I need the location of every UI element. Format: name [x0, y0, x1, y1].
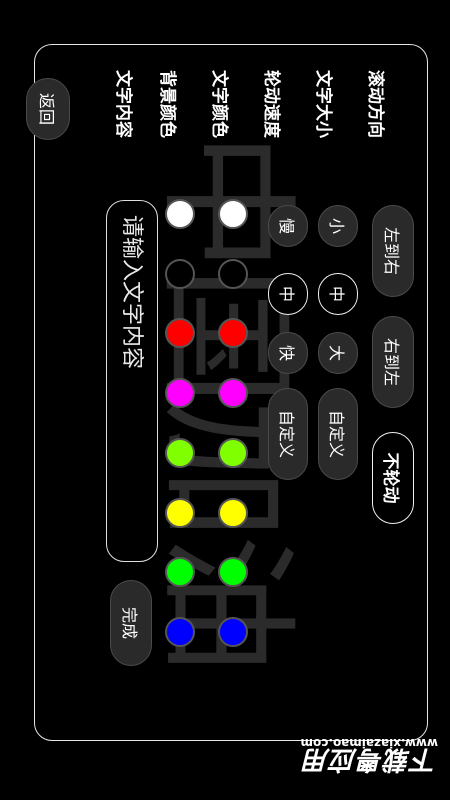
speed-custom-label: 自定义: [277, 409, 296, 458]
font-size-small-button[interactable]: 小: [318, 205, 358, 247]
background-color-swatch-red[interactable]: [165, 318, 195, 348]
speed-medium-label: 中: [277, 285, 296, 302]
background-color-label: 背景颜色: [157, 70, 177, 138]
back-button[interactable]: 返回: [26, 78, 70, 140]
speed-fast-button[interactable]: 快: [268, 332, 308, 374]
text-color-swatch-red[interactable]: [218, 318, 248, 348]
scroll-speed-label: 轮动速度: [261, 70, 281, 138]
settings-scene: 中国加油 返回 滚动方向 文字大小 轮动速度 文字颜色 背景颜色 文字内容 左到…: [0, 0, 450, 800]
speed-custom-button[interactable]: 自定义: [268, 388, 308, 480]
direction-left-to-right-label: 左到右: [382, 226, 401, 275]
site-watermark-title: 下载粤应用: [302, 744, 438, 774]
font-size-medium-label: 中: [327, 285, 346, 302]
text-color-swatch-blue[interactable]: [218, 617, 248, 647]
speed-slow-button[interactable]: 慢: [268, 205, 308, 247]
font-size-small-label: 小: [327, 217, 346, 234]
font-size-custom-label: 自定义: [327, 409, 346, 458]
direction-no-scroll-label: 不轮动: [380, 452, 401, 504]
site-watermark: 下载粤应用 www.xiazaimao.com: [264, 736, 444, 798]
text-color-label: 文字颜色: [209, 70, 229, 138]
speed-slow-label: 慢: [277, 217, 296, 234]
background-color-swatch-black[interactable]: [165, 259, 195, 289]
done-button[interactable]: 完成: [110, 580, 152, 666]
text-color-swatch-black[interactable]: [218, 259, 248, 289]
text-content-input[interactable]: [106, 200, 158, 562]
font-size-custom-button[interactable]: 自定义: [318, 388, 358, 480]
background-color-swatch-magenta[interactable]: [165, 378, 195, 408]
site-watermark-url: www.xiazaimao.com: [300, 736, 438, 750]
speed-medium-button[interactable]: 中: [268, 273, 308, 315]
text-color-swatch-yellow[interactable]: [218, 498, 248, 528]
direction-no-scroll-button[interactable]: 不轮动: [372, 432, 414, 524]
speed-fast-label: 快: [277, 344, 296, 361]
text-content-label: 文字内容: [113, 70, 133, 138]
text-color-swatch-lime[interactable]: [218, 438, 248, 468]
direction-right-to-left-label: 右到左: [382, 337, 401, 386]
background-color-swatch-white[interactable]: [165, 199, 195, 229]
font-size-large-label: 大: [327, 344, 346, 361]
background-color-swatch-lime[interactable]: [165, 438, 195, 468]
font-size-medium-button[interactable]: 中: [318, 273, 358, 315]
text-color-swatch-white[interactable]: [218, 199, 248, 229]
done-button-label: 完成: [120, 606, 139, 639]
background-color-swatch-green[interactable]: [165, 557, 195, 587]
direction-left-to-right-button[interactable]: 左到右: [372, 205, 414, 297]
background-color-swatch-blue[interactable]: [165, 617, 195, 647]
direction-right-to-left-button[interactable]: 右到左: [372, 316, 414, 408]
back-button-label: 返回: [37, 92, 56, 125]
text-color-swatch-green[interactable]: [218, 557, 248, 587]
background-color-swatch-yellow[interactable]: [165, 498, 195, 528]
font-size-large-button[interactable]: 大: [318, 332, 358, 374]
text-color-swatch-magenta[interactable]: [218, 378, 248, 408]
scroll-direction-label: 滚动方向: [365, 70, 385, 138]
font-size-label: 文字大小: [313, 70, 333, 138]
